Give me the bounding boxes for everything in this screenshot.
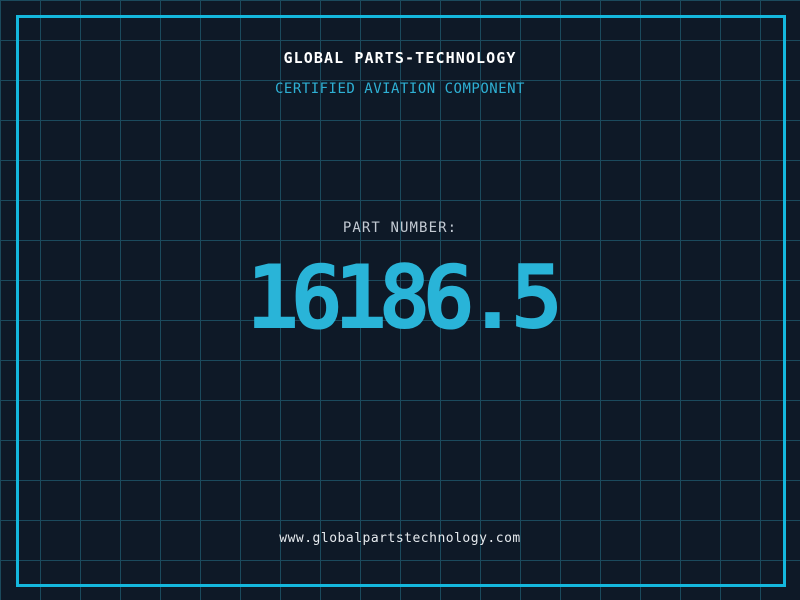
certificate-page: { "header": { "title": "GLOBAL PARTS-TEC… — [0, 0, 800, 600]
page-subtitle: CERTIFIED AVIATION COMPONENT — [274, 81, 525, 97]
part-number-label: PART NUMBER: — [342, 220, 458, 236]
page-title: GLOBAL PARTS-TECHNOLOGY — [283, 49, 517, 67]
part-number-value: 16186.5 — [246, 246, 563, 349]
website-url: www.globalpartstechnology.com — [279, 531, 521, 546]
